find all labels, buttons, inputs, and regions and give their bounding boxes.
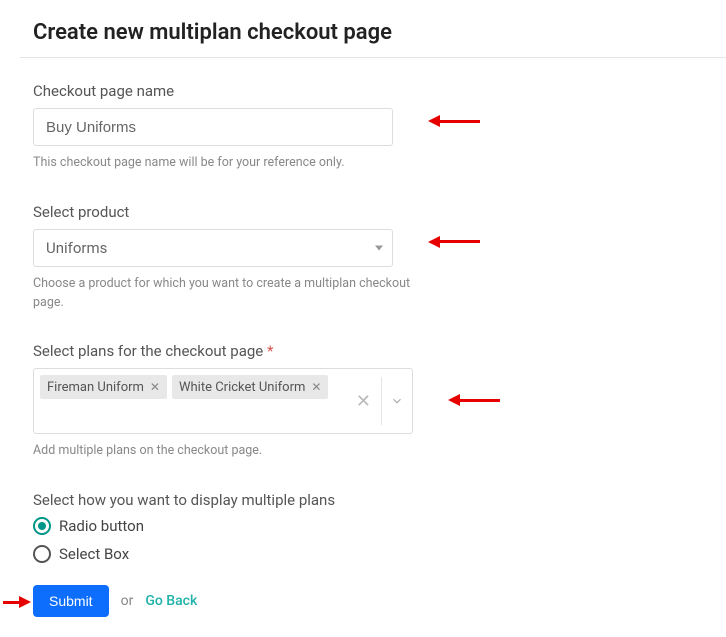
divider: [20, 57, 726, 58]
display-label: Select how you want to display multiple …: [33, 491, 726, 509]
submit-button[interactable]: Submit: [33, 585, 109, 617]
product-value: Uniforms: [46, 239, 107, 257]
field-checkout-name: Checkout page name This checkout page na…: [33, 82, 726, 173]
remove-tag-icon[interactable]: ✕: [311, 380, 321, 394]
checkout-name-label: Checkout page name: [33, 82, 726, 100]
radio-label: Select Box: [59, 545, 129, 563]
radio-icon: [33, 545, 51, 563]
plans-label: Select plans for the checkout page *: [33, 342, 726, 360]
plans-tags: Fireman Uniform ✕ White Cricket Uniform …: [34, 369, 346, 433]
plans-help: Add multiple plans on the checkout page.: [33, 442, 433, 461]
radio-icon: [33, 517, 51, 535]
checkout-name-input[interactable]: [33, 108, 393, 146]
go-back-link[interactable]: Go Back: [145, 593, 197, 609]
remove-tag-icon[interactable]: ✕: [150, 380, 160, 394]
form-actions: Submit or Go Back: [33, 585, 726, 617]
annotation-arrow-icon: [3, 596, 31, 608]
plan-tag: Fireman Uniform ✕: [40, 375, 167, 399]
product-label: Select product: [33, 203, 726, 221]
page-title: Create new multiplan checkout page: [33, 20, 726, 45]
plan-tag-label: White Cricket Uniform: [179, 380, 305, 395]
or-text: or: [121, 593, 134, 609]
radio-label: Radio button: [59, 517, 144, 535]
checkout-name-help: This checkout page name will be for your…: [33, 154, 433, 173]
plan-tag-label: Fireman Uniform: [47, 380, 144, 395]
required-asterisk: *: [267, 342, 273, 360]
clear-all-icon[interactable]: ✕: [346, 369, 381, 433]
annotation-arrow-icon: [448, 394, 500, 406]
plan-tag: White Cricket Uniform ✕: [172, 375, 328, 399]
caret-down-icon: [375, 245, 383, 250]
field-select-plans: Select plans for the checkout page * Fir…: [33, 342, 726, 461]
annotation-arrow-icon: [428, 115, 480, 127]
field-display-mode: Select how you want to display multiple …: [33, 491, 726, 563]
chevron-down-icon[interactable]: [382, 369, 412, 433]
display-radio-group: Radio button Select Box: [33, 517, 726, 563]
plans-multiselect[interactable]: Fireman Uniform ✕ White Cricket Uniform …: [33, 368, 413, 434]
field-select-product: Select product Uniforms Choose a product…: [33, 203, 726, 313]
radio-option-radio-button[interactable]: Radio button: [33, 517, 726, 535]
plans-label-text: Select plans for the checkout page: [33, 342, 263, 360]
radio-option-select-box[interactable]: Select Box: [33, 545, 726, 563]
annotation-arrow-icon: [428, 236, 480, 248]
product-help: Choose a product for which you want to c…: [33, 275, 433, 313]
product-select[interactable]: Uniforms: [33, 229, 393, 267]
